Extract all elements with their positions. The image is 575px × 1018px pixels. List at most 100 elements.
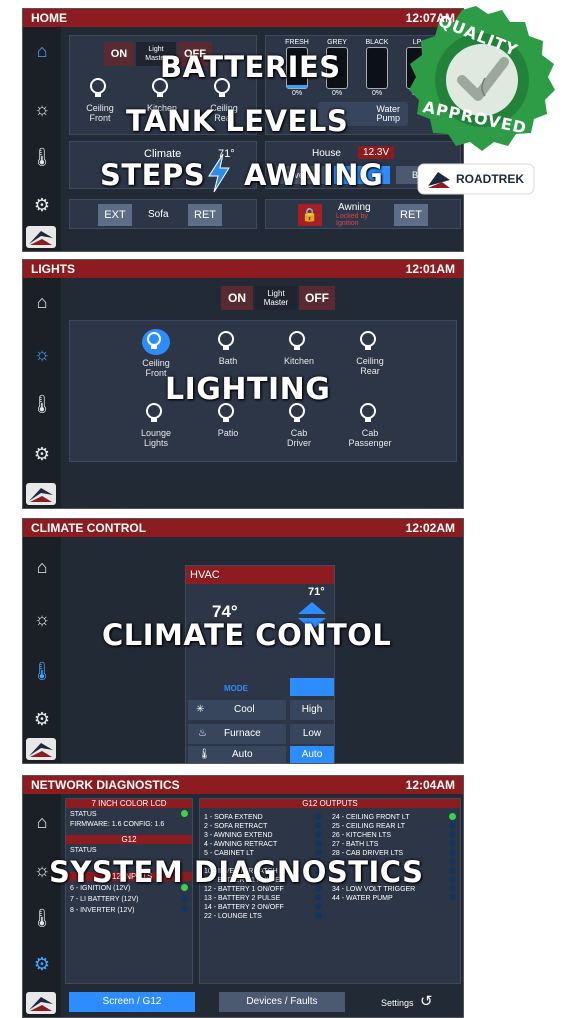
thermometer-icon[interactable]: 🌡 — [23, 147, 61, 167]
flame-icon: ♨ — [198, 728, 207, 739]
temp-up-icon[interactable] — [298, 602, 326, 614]
light-cab-passenger[interactable]: Cab Passenger — [340, 401, 400, 448]
output-row: 3 - AWNING EXTEND — [204, 831, 322, 839]
light-icon[interactable]: ☼ — [23, 344, 61, 364]
lightning-bolt-icon — [205, 152, 233, 194]
light-master-label: Light Master — [255, 286, 297, 310]
mode-cool-button[interactable]: ✳ Cool — [188, 700, 286, 720]
settings-label: Settings — [381, 998, 414, 1008]
light-kitchen[interactable]: Kitchen — [269, 329, 329, 366]
sofa-ext-button[interactable]: EXT — [98, 204, 132, 226]
lights-on-button[interactable]: ON — [104, 42, 134, 66]
set-temp: 71° — [308, 586, 325, 598]
tab-screen-g12[interactable]: Screen / G12 — [69, 992, 195, 1012]
output-row: 27 - BATH LTS — [332, 840, 456, 848]
roadtrek-logo-icon[interactable] — [26, 992, 56, 1014]
mode-furnace-button[interactable]: ♨ Furnace — [188, 724, 286, 744]
clock: 12:01AM — [405, 262, 455, 276]
output-row: 26 - KITCHEN LTS — [332, 831, 456, 839]
home-icon[interactable]: ⌂ — [23, 812, 61, 832]
sofa-ret-button[interactable]: RET — [188, 204, 222, 226]
quality-approved-badge: QUALITY APPROVED ROADTREK — [392, 4, 560, 198]
fan-low-button[interactable]: Low — [290, 724, 334, 744]
output-row: 1 - SOFA EXTEND — [204, 813, 322, 821]
overlay-awning: AWNING — [244, 158, 384, 192]
output-row: 14 - BATTERY 2 ON/OFF — [204, 903, 322, 911]
awning-box: 🔒 Awning Locked by Ignition RET — [265, 199, 461, 229]
firmware-line: FIRMWARE: 1.6 CONFIG: 1.6 — [70, 821, 165, 828]
outputs-box: G12 OUTPUTS 1 - SOFA EXTEND 2 - SOFA RET… — [199, 798, 461, 984]
overlay-climate: CLIMATE CONTOL — [102, 618, 392, 652]
thermometer-icon[interactable]: 🌡 — [23, 661, 61, 681]
home-icon[interactable]: ⌂ — [23, 292, 61, 312]
outputs-title: G12 OUTPUTS — [200, 799, 460, 808]
clock: 12:04AM — [405, 778, 455, 792]
output-row: 25 - CEILING REAR LT — [332, 822, 456, 830]
bulb-icon — [87, 76, 113, 100]
fan-high-button[interactable]: High — [290, 700, 334, 720]
badge-brand-text: ROADTREK — [456, 172, 524, 186]
mode-auto-button[interactable]: 🌡 Auto — [188, 746, 286, 763]
output-row: 2 - SOFA RETRACT — [204, 822, 322, 830]
bulb-icon — [215, 329, 241, 353]
back-arrow-icon: ↺ — [420, 993, 433, 1010]
clock: 12:02AM — [405, 521, 455, 535]
status-led-icon — [181, 810, 188, 817]
settings-button[interactable]: Settings ↺ — [381, 992, 461, 1012]
light-icon[interactable]: ☼ — [23, 99, 61, 119]
roadtrek-logo-icon[interactable] — [26, 483, 56, 505]
diagnostics-topbar: NETWORK DIAGNOSTICS 12:04AM — [23, 776, 463, 794]
snowflake-icon: ✳ — [196, 704, 205, 715]
light-ceiling-rear[interactable]: Ceiling Rear — [340, 329, 400, 376]
g12-title: G12 — [66, 835, 192, 844]
hvac-title: HVAC — [186, 566, 334, 584]
lcd-title: 7 INCH COLOR LCD — [66, 799, 192, 808]
home-icon[interactable]: ⌂ — [23, 41, 61, 61]
light-ceiling-front[interactable]: Ceiling Front — [70, 76, 130, 123]
climate-topbar: CLIMATE CONTROL 12:02AM — [23, 519, 463, 537]
sidebar: ⌂ ☼ 🌡 ⚙ — [23, 27, 61, 251]
lcd-status-row: STATUS — [70, 810, 188, 818]
lights-on-button[interactable]: ON — [221, 286, 253, 310]
tab-devices-faults[interactable]: Devices / Faults — [219, 992, 345, 1012]
light-cab-driver[interactable]: Cab Driver — [269, 401, 329, 448]
sofa-label: Sofa — [148, 209, 169, 220]
sidebar: ⌂ ☼ 🌡 ⚙ — [23, 278, 61, 508]
roadtrek-logo-icon[interactable] — [26, 738, 56, 760]
fan-auto-button[interactable]: Auto — [290, 746, 334, 763]
output-row: 13 - BATTERY 2 PULSE — [204, 894, 322, 902]
awning-ret-button[interactable]: RET — [394, 204, 428, 226]
gear-icon[interactable]: ⚙ — [23, 709, 61, 729]
sidebar: ⌂ ☼ 🌡 ⚙ — [23, 794, 61, 1017]
light-lounge[interactable]: Lounge Lights — [126, 401, 186, 448]
light-bath[interactable]: Bath — [198, 329, 258, 366]
overlay-batteries: BATTERIES — [160, 50, 341, 84]
thermometer-icon[interactable]: 🌡 — [23, 908, 61, 928]
fan-mode-button[interactable] — [290, 678, 334, 696]
light-icon[interactable]: ☼ — [23, 609, 61, 629]
gear-icon[interactable]: ⚙ — [23, 195, 61, 215]
screen-title: NETWORK DIAGNOSTICS — [31, 778, 180, 792]
output-row: 4 - AWNING RETRACT — [204, 840, 322, 848]
thermometer-icon[interactable]: 🌡 — [23, 394, 61, 414]
tank-black: BLACK 0% — [365, 39, 389, 97]
lights-topbar: LIGHTS 12:01AM — [23, 260, 463, 278]
overlay-tank-levels: TANK LEVELS — [126, 104, 349, 138]
lock-icon: 🔒 — [298, 204, 322, 226]
light-ceiling-front[interactable]: Ceiling Front — [126, 329, 186, 378]
output-row: 24 - CEILING FRONT LT — [332, 813, 456, 821]
thermometer-icon: 🌡 — [198, 749, 211, 760]
overlay-steps: STEPS — [100, 158, 206, 192]
input-row: 7 - LI BATTERY (12V) — [70, 895, 188, 903]
lights-off-button[interactable]: OFF — [299, 286, 335, 310]
output-row: 22 - LOUNGE LTS — [204, 912, 322, 920]
gear-icon[interactable]: ⚙ — [23, 954, 61, 974]
bulb-on-icon — [142, 329, 170, 355]
gear-icon[interactable]: ⚙ — [23, 444, 61, 464]
input-led-icon — [181, 906, 188, 913]
home-icon[interactable]: ⌂ — [23, 557, 61, 577]
overlay-lighting: LIGHTING — [165, 372, 331, 407]
roadtrek-logo-icon[interactable] — [26, 226, 56, 248]
screen-title: CLIMATE CONTROL — [31, 521, 147, 535]
input-row: 8 - INVERTER (12V) — [70, 906, 188, 914]
